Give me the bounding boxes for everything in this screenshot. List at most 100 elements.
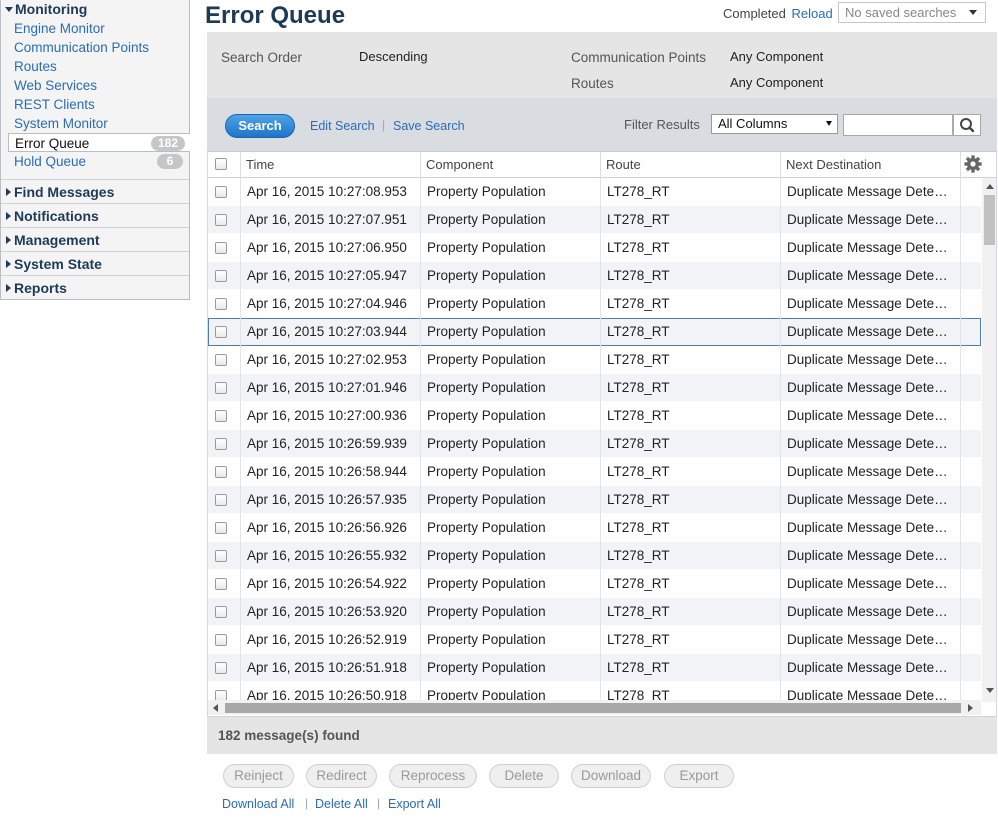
table-row[interactable]: Apr 16, 2015 10:27:04.946 Property Popula… xyxy=(208,290,981,318)
row-checkbox[interactable] xyxy=(215,186,227,198)
download-button[interactable]: Download xyxy=(571,764,651,788)
table-row[interactable]: Apr 16, 2015 10:27:05.947 Property Popula… xyxy=(208,262,981,290)
column-divider xyxy=(780,430,781,458)
column-divider xyxy=(780,458,781,486)
column-divider xyxy=(780,542,781,570)
reprocess-button[interactable]: Reprocess xyxy=(389,764,477,788)
table-row[interactable]: Apr 16, 2015 10:26:50.918 Property Popula… xyxy=(208,682,981,702)
sidebar-item-communication-points[interactable]: Communication Points xyxy=(1,38,189,57)
table-row[interactable]: Apr 16, 2015 10:26:57.935 Property Popula… xyxy=(208,486,981,514)
sidebar-item-rest-clients[interactable]: REST Clients xyxy=(1,95,189,114)
export-button[interactable]: Export xyxy=(664,764,734,788)
sidebar-section-system-state[interactable]: System State xyxy=(1,251,189,275)
save-search-link[interactable]: Save Search xyxy=(393,119,465,133)
sidebar-item-web-services[interactable]: Web Services xyxy=(1,76,189,95)
filter-column-select[interactable]: All Columns xyxy=(711,114,838,134)
row-checkbox[interactable] xyxy=(215,354,227,366)
row-checkbox[interactable] xyxy=(215,466,227,478)
sidebar-section-management[interactable]: Management xyxy=(1,227,189,251)
column-divider xyxy=(780,682,781,702)
redirect-button[interactable]: Redirect xyxy=(306,764,377,788)
row-checkbox[interactable] xyxy=(215,242,227,254)
table-row[interactable]: Apr 16, 2015 10:27:02.953 Property Popula… xyxy=(208,346,981,374)
row-checkbox[interactable] xyxy=(215,298,227,310)
vertical-scrollbar[interactable] xyxy=(982,178,996,702)
row-checkbox[interactable] xyxy=(215,550,227,562)
column-divider xyxy=(780,290,781,318)
column-divider xyxy=(600,318,601,346)
table-row[interactable]: Apr 16, 2015 10:26:55.932 Property Popula… xyxy=(208,542,981,570)
saved-searches-select[interactable]: No saved searches xyxy=(838,2,986,23)
cell-time: Apr 16, 2015 10:26:59.939 xyxy=(247,436,407,451)
row-checkbox[interactable] xyxy=(215,578,227,590)
column-divider xyxy=(240,570,241,598)
table-row[interactable]: Apr 16, 2015 10:27:07.951 Property Popula… xyxy=(208,206,981,234)
sidebar-section-monitoring[interactable]: Monitoring xyxy=(1,0,189,19)
sidebar-item-error-queue[interactable]: Error Queue 182 xyxy=(8,133,190,152)
search-button[interactable]: Search xyxy=(225,114,295,138)
sidebar-item-hold-queue[interactable]: Hold Queue 6 xyxy=(1,152,189,171)
table-row[interactable]: Apr 16, 2015 10:26:52.919 Property Popula… xyxy=(208,626,981,654)
sidebar-section-reports[interactable]: Reports xyxy=(1,275,189,299)
cell-next-destination: Duplicate Message Detection xyxy=(787,380,953,395)
column-header-next-destination[interactable]: Next Destination xyxy=(780,152,960,178)
delete-all-link[interactable]: Delete All xyxy=(315,797,368,811)
row-checkbox[interactable] xyxy=(215,214,227,226)
row-checkbox[interactable] xyxy=(215,634,227,646)
select-all-checkbox[interactable] xyxy=(215,158,227,170)
table-row[interactable]: Apr 16, 2015 10:26:54.922 Property Popula… xyxy=(208,570,981,598)
scroll-left-arrow-icon[interactable] xyxy=(213,704,218,712)
table-row[interactable]: Apr 16, 2015 10:26:56.926 Property Popula… xyxy=(208,514,981,542)
cell-time: Apr 16, 2015 10:26:50.918 xyxy=(247,688,407,702)
column-header-component[interactable]: Component xyxy=(420,152,600,178)
cell-route: LT278_RT xyxy=(607,520,670,535)
table-row[interactable]: Apr 16, 2015 10:26:51.918 Property Popula… xyxy=(208,654,981,682)
delete-button[interactable]: Delete xyxy=(489,764,559,788)
scroll-up-arrow-icon[interactable] xyxy=(986,184,994,189)
column-divider xyxy=(240,290,241,318)
horizontal-scrollbar[interactable] xyxy=(208,700,981,715)
scroll-right-arrow-icon[interactable] xyxy=(968,704,973,712)
scroll-down-arrow-icon[interactable] xyxy=(986,688,994,693)
sidebar-section-find-messages[interactable]: Find Messages xyxy=(1,179,189,203)
saved-searches-value: No saved searches xyxy=(845,5,957,20)
row-checkbox[interactable] xyxy=(215,606,227,618)
table-row[interactable]: Apr 16, 2015 10:27:01.946 Property Popula… xyxy=(208,374,981,402)
row-checkbox[interactable] xyxy=(215,270,227,282)
scrollbar-thumb[interactable] xyxy=(225,703,961,713)
export-all-link[interactable]: Export All xyxy=(388,797,441,811)
column-header-route[interactable]: Route xyxy=(600,152,780,178)
row-checkbox[interactable] xyxy=(215,326,227,338)
sidebar-section-notifications[interactable]: Notifications xyxy=(1,203,189,227)
sidebar: Monitoring Engine Monitor Communication … xyxy=(0,0,190,300)
sidebar-item-system-monitor[interactable]: System Monitor xyxy=(1,114,189,133)
row-checkbox[interactable] xyxy=(215,382,227,394)
cell-time: Apr 16, 2015 10:27:04.946 xyxy=(247,296,407,311)
row-checkbox[interactable] xyxy=(215,410,227,422)
table-row[interactable]: Apr 16, 2015 10:27:06.950 Property Popula… xyxy=(208,234,981,262)
column-header-time[interactable]: Time xyxy=(240,152,420,178)
table-row[interactable]: Apr 16, 2015 10:27:00.936 Property Popula… xyxy=(208,402,981,430)
download-all-link[interactable]: Download All xyxy=(222,797,294,811)
scrollbar-thumb[interactable] xyxy=(984,195,995,245)
cell-component: Property Population xyxy=(427,604,546,619)
row-checkbox[interactable] xyxy=(215,494,227,506)
cell-route: LT278_RT xyxy=(607,604,670,619)
edit-search-link[interactable]: Edit Search xyxy=(310,119,375,133)
table-row[interactable]: Apr 16, 2015 10:27:08.953 Property Popula… xyxy=(208,178,981,206)
row-checkbox[interactable] xyxy=(215,522,227,534)
table-row[interactable]: Apr 16, 2015 10:26:59.939 Property Popula… xyxy=(208,430,981,458)
table-row[interactable]: Apr 16, 2015 10:26:58.944 Property Popula… xyxy=(208,458,981,486)
cell-component: Property Population xyxy=(427,212,546,227)
table-row[interactable]: Apr 16, 2015 10:26:53.920 Property Popula… xyxy=(208,598,981,626)
table-row[interactable]: Apr 16, 2015 10:27:03.944 Property Popula… xyxy=(208,318,981,346)
sidebar-item-engine-monitor[interactable]: Engine Monitor xyxy=(1,19,189,38)
filter-input[interactable] xyxy=(843,114,953,136)
filter-search-button[interactable] xyxy=(953,114,981,136)
row-checkbox[interactable] xyxy=(215,662,227,674)
reload-link[interactable]: Reload xyxy=(792,6,833,21)
sidebar-item-routes[interactable]: Routes xyxy=(1,57,189,76)
reinject-button[interactable]: Reinject xyxy=(223,764,294,788)
row-checkbox[interactable] xyxy=(215,438,227,450)
column-settings-button[interactable] xyxy=(960,152,996,178)
